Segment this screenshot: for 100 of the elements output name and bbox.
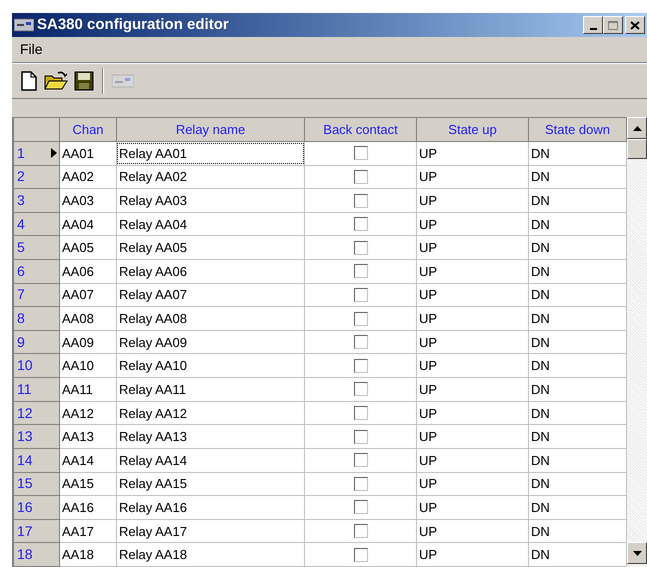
table-cell-text: Relay AA03	[118, 192, 188, 210]
table-cell-text: Relay AA06	[118, 262, 188, 281]
checkbox[interactable]	[354, 288, 368, 302]
checkbox[interactable]	[354, 524, 368, 538]
checkbox[interactable]	[354, 548, 368, 562]
checkbox[interactable]	[354, 217, 368, 232]
table-cell-text: UP	[418, 475, 438, 494]
table-cell-text: Relay AA04	[118, 216, 188, 234]
app-icon	[14, 18, 34, 32]
table-cell-text: UP	[418, 262, 438, 281]
table-cell-text: DN	[530, 428, 551, 446]
table-cell-text: DN	[530, 404, 551, 422]
table-cell-text: Relay AA05	[118, 239, 188, 258]
table-cell-text: AA18	[61, 546, 95, 564]
table-cell-text: DN	[530, 286, 551, 304]
column-header[interactable]: State up	[416, 118, 528, 142]
table-cell-text: Relay AA08	[118, 310, 188, 328]
table-cell-text: UP	[418, 144, 438, 163]
table-cell-text: AA14	[61, 452, 95, 470]
table-cell-text: Relay AA17	[118, 522, 188, 541]
table-cell-text: UP	[418, 546, 438, 564]
table-cell-text: DN	[530, 216, 551, 234]
table-cell-text: AA17	[61, 522, 95, 541]
table-cell-text: DN	[530, 192, 551, 210]
table-cell-text: AA13	[61, 428, 95, 446]
window-title: SA380 configuration editor	[37, 14, 230, 35]
up-arrow-icon	[632, 126, 642, 130]
checkbox[interactable]	[354, 430, 368, 444]
table-cell-text: AA02	[61, 168, 95, 186]
table-cell-text: Relay AA11	[118, 380, 187, 399]
scroll-down-button[interactable]	[627, 542, 647, 564]
checkbox[interactable]	[354, 240, 368, 255]
floppy-disk-icon[interactable]	[74, 71, 94, 91]
table-cell-text: AA16	[61, 498, 95, 517]
table-cell-text: DN	[530, 546, 551, 564]
down-arrow-icon	[632, 550, 642, 556]
table-cell-text: DN	[530, 239, 551, 258]
table-cell-text: DN	[530, 357, 551, 376]
table-cell-text: AA04	[61, 216, 95, 234]
column-header[interactable]: Back contact	[304, 118, 416, 142]
table-cell-text: UP	[418, 192, 438, 210]
table-cell-text: AA06	[61, 262, 95, 281]
row-number: 8	[17, 309, 25, 328]
table-cell-text: DN	[530, 522, 551, 541]
column-header[interactable]: Relay name	[116, 118, 304, 142]
table-cell-text: AA01	[61, 144, 95, 163]
checkbox[interactable]	[354, 264, 368, 278]
table-cell-text: Relay AA14	[118, 452, 188, 470]
row-number: 1	[17, 144, 25, 163]
table-cell-text: DN	[530, 144, 551, 163]
table-cell-text: Relay AA12	[118, 404, 188, 423]
row-number: 16	[17, 498, 33, 517]
checkbox[interactable]	[354, 476, 368, 491]
close-button[interactable]	[625, 16, 645, 34]
table-cell-text: UP	[418, 452, 438, 470]
checkbox[interactable]	[354, 312, 368, 326]
checkbox[interactable]	[354, 194, 368, 208]
table-cell-text: AA10	[61, 357, 95, 376]
checkbox[interactable]	[354, 335, 368, 350]
checkbox[interactable]	[354, 358, 368, 373]
folder-icon[interactable]	[44, 71, 68, 91]
table-cell-text: UP	[418, 428, 438, 446]
checkbox[interactable]	[354, 453, 368, 468]
table-cell-text: Relay AA09	[118, 334, 188, 352]
row-number: 3	[17, 191, 25, 210]
table-cell-text: DN	[530, 310, 551, 328]
column-header[interactable]: Chan	[60, 118, 116, 142]
scroll-up-button[interactable]	[627, 117, 647, 139]
table-cell-text: Relay AA16	[118, 498, 188, 517]
table-cell-text: UP	[418, 216, 438, 234]
table-cell-text: UP	[418, 334, 438, 352]
column-header[interactable]: State down	[528, 118, 626, 142]
row-number: 12	[17, 404, 33, 422]
scroll-thumb[interactable]	[627, 139, 647, 159]
checkbox[interactable]	[354, 146, 368, 160]
table-cell-text: Relay AA15	[118, 475, 188, 494]
row-number: 18	[17, 545, 33, 564]
row-number: 4	[17, 214, 25, 234]
current-row-indicator-icon	[51, 148, 57, 158]
table-cell-text: Relay AA10	[118, 357, 188, 376]
row-number: 10	[17, 356, 33, 376]
table-cell-text: DN	[530, 262, 551, 281]
table-cell-text: UP	[418, 357, 438, 376]
checkbox[interactable]	[354, 382, 368, 396]
row-number: 14	[17, 450, 33, 470]
checkbox[interactable]	[354, 406, 368, 420]
table-cell-text: DN	[530, 168, 551, 186]
menu-item[interactable]: File	[18, 39, 45, 60]
maximize-button[interactable]	[603, 16, 623, 34]
new-file-icon[interactable]	[20, 71, 38, 91]
table-cell-text: DN	[530, 475, 551, 494]
table-cell-text: UP	[418, 239, 438, 258]
table-cell-text: DN	[530, 334, 551, 352]
checkbox[interactable]	[354, 170, 368, 184]
table-cell-text: Relay AA18	[118, 546, 188, 564]
checkbox[interactable]	[354, 500, 368, 514]
row-number: 5	[17, 238, 25, 258]
minimize-button[interactable]	[583, 16, 603, 34]
table-cell-text: Relay AA13	[118, 428, 188, 446]
table-cell-text: UP	[418, 310, 438, 328]
